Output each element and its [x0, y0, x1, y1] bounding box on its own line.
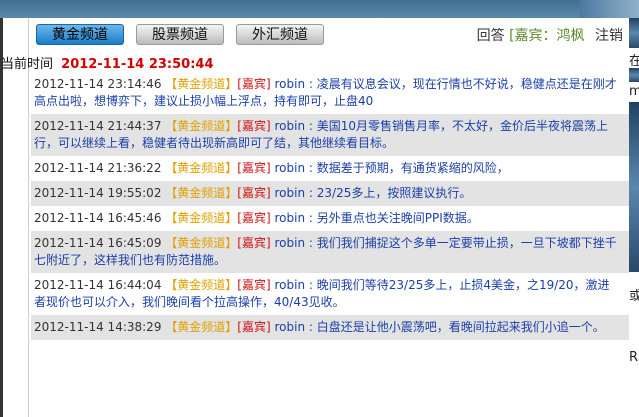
message-user[interactable]: robin: [275, 161, 306, 175]
message-row: 2012-11-14 16:44:04 【黄金频道】[嘉宾] robin : 晚…: [31, 273, 629, 315]
message-time: 2012-11-14 14:38:29: [34, 320, 162, 334]
message-row: 2012-11-14 16:45:46 【黄金频道】[嘉宾] robin : 另…: [31, 206, 629, 231]
message-role: [嘉宾]: [237, 211, 271, 225]
message-channel: 【黄金频道】: [165, 77, 238, 91]
tab-forex-channel[interactable]: 外汇频道: [236, 24, 324, 45]
message-text: 另外重点也关注晚间PPI数据。: [316, 211, 479, 225]
message-user[interactable]: robin: [275, 320, 306, 334]
message-time: 2012-11-14 19:55:02: [34, 186, 162, 200]
tab-gold-channel[interactable]: 黄金频道: [36, 24, 124, 45]
current-time-value: 2012-11-14 23:50:44: [61, 57, 214, 72]
message-text: 数据差于预期，有通货紧缩的风险，: [316, 161, 509, 175]
message-channel: 【黄金频道】: [165, 119, 238, 133]
banner-image: [580, 0, 639, 18]
message-role: [嘉宾]: [237, 119, 271, 133]
left-border: [0, 18, 3, 417]
message-time: 2012-11-14 21:36:22: [34, 161, 162, 175]
message-role: [嘉宾]: [237, 236, 271, 250]
message-channel: 【黄金频道】: [165, 211, 238, 225]
message-user[interactable]: robin: [275, 77, 306, 91]
message-row: 2012-11-14 21:44:37 【黄金频道】[嘉宾] robin : 美…: [31, 114, 629, 156]
message-role: [嘉宾]: [237, 320, 271, 334]
message-role: [嘉宾]: [237, 278, 271, 292]
guest-name: [嘉宾：鸿枫: [509, 28, 585, 44]
right-image: [629, 68, 639, 82]
message-channel: 【黄金频道】: [165, 278, 238, 292]
message-role: [嘉宾]: [237, 186, 271, 200]
message-user[interactable]: robin: [275, 211, 306, 225]
user-links: 回答 [嘉宾：鸿枫 注销: [477, 25, 623, 45]
right-image-large: [629, 102, 639, 272]
right-image-top: [629, 18, 639, 48]
message-time: 2012-11-14 21:44:37: [34, 119, 162, 133]
message-row: 2012-11-14 23:14:46 【黄金频道】[嘉宾] robin : 凌…: [31, 72, 629, 114]
message-row: 2012-11-14 21:36:22 【黄金频道】[嘉宾] robin : 数…: [31, 156, 629, 181]
message-time: 2012-11-14 16:44:04: [34, 278, 162, 292]
message-role: [嘉宾]: [237, 161, 271, 175]
message-channel: 【黄金频道】: [165, 236, 238, 250]
message-user[interactable]: robin: [275, 236, 306, 250]
message-time: 2012-11-14 23:14:46: [34, 77, 162, 91]
message-time: 2012-11-14 16:45:46: [34, 211, 162, 225]
message-user[interactable]: robin: [275, 278, 306, 292]
message-channel: 【黄金频道】: [165, 320, 238, 334]
message-row: 2012-11-14 19:55:02 【黄金频道】[嘉宾] robin : 2…: [31, 181, 629, 206]
tab-stock-channel[interactable]: 股票频道: [136, 24, 224, 45]
chat-panel: 黄金频道 股票频道 外汇频道 回答 [嘉宾：鸿枫 注销 当前时间 2012-11…: [1, 18, 629, 417]
message-role: [嘉宾]: [237, 77, 271, 91]
message-text: 23/25多上，按照建议执行。: [316, 186, 472, 200]
message-user[interactable]: robin: [275, 186, 306, 200]
message-feed: 2012-11-14 23:14:46 【黄金频道】[嘉宾] robin : 凌…: [31, 72, 629, 340]
message-text: 白盘还是让他小震荡吧，看晚间拉起来我们小追一个。: [316, 320, 605, 334]
right-text-fragment: 在: [629, 54, 639, 69]
current-time-label: 当前时间: [1, 57, 54, 72]
message-user[interactable]: robin: [275, 119, 306, 133]
message-channel: 【黄金频道】: [165, 186, 238, 200]
message-time: 2012-11-14 16:45:09: [34, 236, 162, 250]
current-time-row: 当前时间 2012-11-14 23:50:44: [1, 53, 629, 72]
message-row: 2012-11-14 14:38:29 【黄金频道】[嘉宾] robin : 白…: [31, 315, 629, 340]
top-banner: [0, 0, 639, 18]
right-text-fragment: m: [629, 84, 639, 99]
channel-bar: 黄金频道 股票频道 外汇频道 回答 [嘉宾：鸿枫 注销: [29, 18, 629, 52]
logout-link[interactable]: 注销: [595, 28, 623, 44]
answer-link[interactable]: 回答: [477, 28, 505, 44]
right-text-fragment: R: [629, 350, 639, 365]
message-row: 2012-11-14 16:45:09 【黄金频道】[嘉宾] robin : 我…: [31, 231, 629, 273]
right-text-fragment: 或: [629, 289, 639, 304]
message-channel: 【黄金频道】: [165, 161, 238, 175]
